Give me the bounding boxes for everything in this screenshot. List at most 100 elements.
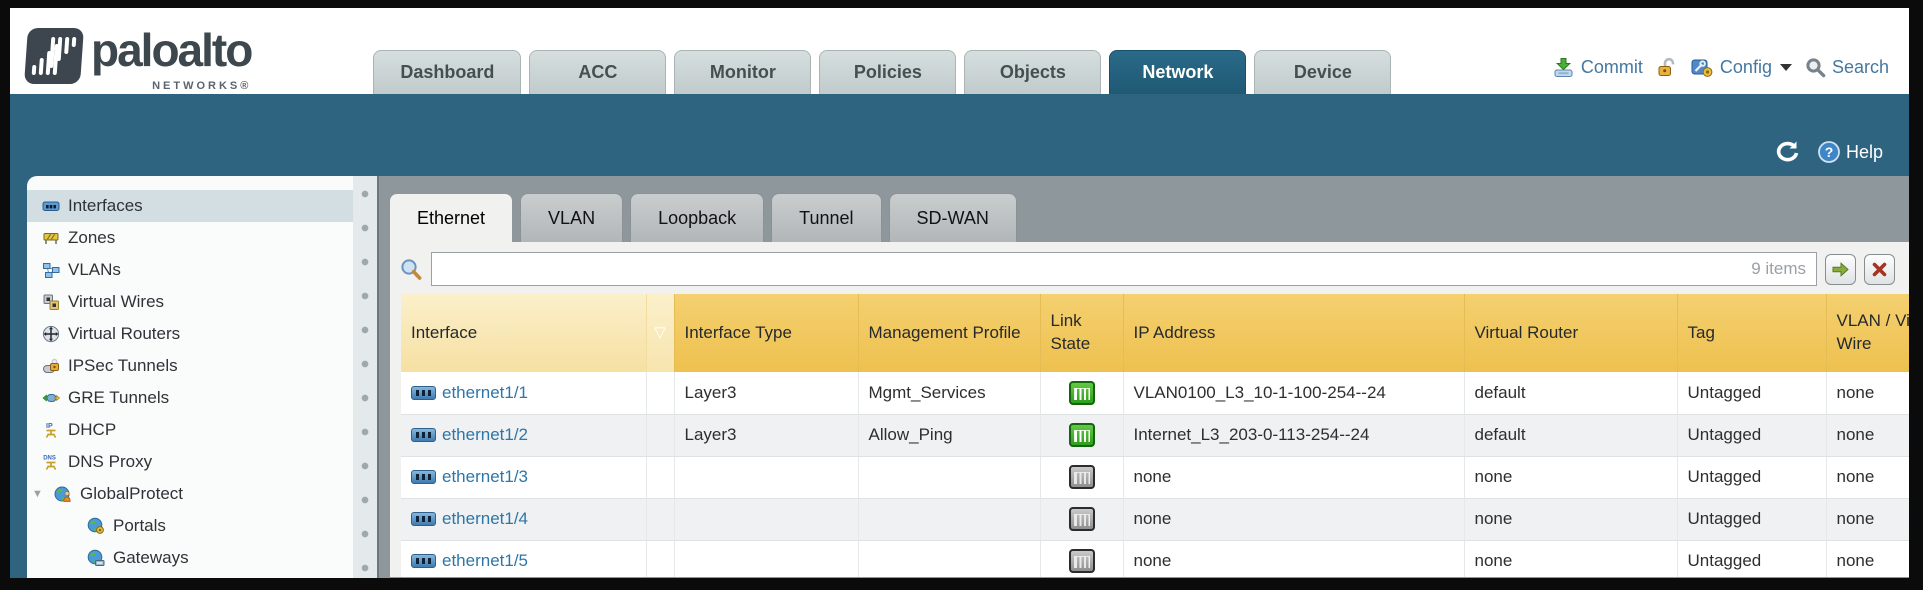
table-header-row: Interface ▽ Interface Type Management Pr…: [401, 294, 1909, 372]
filter-input[interactable]: [432, 254, 1751, 284]
config-icon: [1690, 57, 1714, 78]
cell-ip-address: none: [1123, 456, 1464, 498]
green-arrow-icon: [1831, 261, 1850, 278]
sidebar-item-interfaces[interactable]: Interfaces: [27, 190, 353, 222]
cell-mgmt-profile: [858, 540, 1040, 578]
cell-mgmt-profile: [858, 456, 1040, 498]
search-button[interactable]: Search: [1805, 57, 1889, 78]
tab-acc[interactable]: ACC: [529, 50, 666, 94]
sidebar-item-label: GlobalProtect: [80, 484, 183, 504]
red-x-icon: [1871, 261, 1888, 278]
sidebar-item-gre-tunnels[interactable]: GRE Tunnels: [27, 382, 353, 414]
link-state-icon[interactable]: [1069, 423, 1095, 447]
cell-tag: Untagged: [1677, 414, 1826, 456]
gateways-icon: [87, 549, 105, 567]
sidebar-item-portals[interactable]: Portals: [27, 510, 353, 542]
panos-app: paloalto NETWORKS® Dashboard ACC Monitor…: [10, 8, 1909, 578]
apply-filter-button[interactable]: [1825, 254, 1856, 285]
cell-tag: Untagged: [1677, 372, 1826, 414]
dns-proxy-icon: DNS: [42, 453, 60, 471]
link-state-icon[interactable]: [1069, 465, 1095, 489]
col-header-tag[interactable]: Tag: [1677, 294, 1826, 372]
cell-ip-address: none: [1123, 540, 1464, 578]
refresh-button[interactable]: [1773, 140, 1801, 164]
sidebar-item-dns-proxy[interactable]: DNS DNS Proxy: [27, 446, 353, 478]
subtab-sdwan[interactable]: SD-WAN: [889, 193, 1017, 242]
cell-virtual-router: default: [1464, 414, 1677, 456]
cell-mgmt-profile: Allow_Ping: [858, 414, 1040, 456]
sidebar-item-virtual-wires[interactable]: Virtual Wires: [27, 286, 353, 318]
sidebar-item-label: DNS Proxy: [68, 452, 152, 472]
filter-bar: 9 items: [400, 252, 1909, 286]
virtual-routers-icon: [42, 325, 60, 343]
cell-interface-type: [674, 456, 858, 498]
cell-ip-address: Internet_L3_203-0-113-254--24: [1123, 414, 1464, 456]
subtab-tunnel[interactable]: Tunnel: [771, 193, 881, 242]
col-header-vlan-virtual-wire[interactable]: VLAN / Virtual Wire: [1826, 294, 1909, 372]
subtab-vlan[interactable]: VLAN: [520, 193, 623, 242]
sidebar-item-label: Virtual Routers: [68, 324, 180, 344]
table-row: ethernet1/4 none none Untagged none: [401, 498, 1909, 540]
tab-dashboard[interactable]: Dashboard: [373, 50, 521, 94]
cell-interface-type: [674, 540, 858, 578]
interface-link[interactable]: ethernet1/2: [442, 425, 528, 444]
link-state-icon[interactable]: [1069, 507, 1095, 531]
clear-filter-button[interactable]: [1864, 254, 1895, 285]
help-button[interactable]: ? Help: [1817, 140, 1883, 164]
tab-device[interactable]: Device: [1254, 50, 1391, 94]
ethernet-port-icon: [411, 428, 436, 442]
sidebar-item-ipsec-tunnels[interactable]: IPSec Tunnels: [27, 350, 353, 382]
subtab-ethernet[interactable]: Ethernet: [389, 193, 513, 242]
column-sort-dropdown[interactable]: ▽: [646, 294, 674, 372]
config-label: Config: [1720, 57, 1772, 78]
sidebar-item-label: Gateways: [113, 548, 189, 568]
svg-text:IP: IP: [46, 423, 53, 430]
col-header-interface[interactable]: Interface: [401, 294, 646, 372]
sidebar-item-dhcp[interactable]: IP DHCP: [27, 414, 353, 446]
col-header-link-state[interactable]: Link State: [1040, 294, 1123, 372]
cell-virtual-router: none: [1464, 456, 1677, 498]
tab-objects[interactable]: Objects: [964, 50, 1101, 94]
table-row: ethernet1/2 Layer3 Allow_Ping Internet_L…: [401, 414, 1909, 456]
interface-link[interactable]: ethernet1/5: [442, 551, 528, 570]
lock-button[interactable]: [1656, 57, 1677, 78]
table-row: ethernet1/5 none none Untagged none: [401, 540, 1909, 578]
col-header-interface-type[interactable]: Interface Type: [674, 294, 858, 372]
cell-virtual-router: default: [1464, 372, 1677, 414]
top-header-bar: paloalto NETWORKS® Dashboard ACC Monitor…: [10, 8, 1909, 94]
sidebar-item-gateways[interactable]: Gateways: [27, 542, 353, 574]
tab-network[interactable]: Network: [1109, 50, 1246, 94]
table-row: ethernet1/1 Layer3 Mgmt_Services VLAN010…: [401, 372, 1909, 414]
col-header-virtual-router[interactable]: Virtual Router: [1464, 294, 1677, 372]
commit-button[interactable]: Commit: [1552, 57, 1643, 78]
sidebar-splitter[interactable]: [353, 176, 379, 578]
link-state-icon[interactable]: [1069, 381, 1095, 405]
col-header-ip-address[interactable]: IP Address: [1123, 294, 1464, 372]
cell-mgmt-profile: [858, 498, 1040, 540]
cell-vlan: none: [1826, 456, 1909, 498]
header-utilities: Commit Config: [1552, 57, 1889, 78]
sidebar-item-zones[interactable]: Zones: [27, 222, 353, 254]
config-dropdown[interactable]: Config: [1690, 57, 1792, 78]
screenshot-frame: paloalto NETWORKS® Dashboard ACC Monitor…: [0, 0, 1923, 590]
interface-link[interactable]: ethernet1/3: [442, 467, 528, 486]
tab-monitor[interactable]: Monitor: [674, 50, 811, 94]
sidebar-item-globalprotect[interactable]: ▼ GlobalProtect: [27, 478, 353, 510]
expand-arrow-icon[interactable]: ▼: [32, 488, 46, 500]
sidebar-item-label: VLANs: [68, 260, 121, 280]
cell-vlan: none: [1826, 414, 1909, 456]
cell-ip-address: none: [1123, 498, 1464, 540]
sidebar-item-vlans[interactable]: VLANs: [27, 254, 353, 286]
gre-tunnels-icon: [42, 389, 60, 407]
tab-policies[interactable]: Policies: [819, 50, 956, 94]
commit-icon: [1552, 57, 1575, 78]
interface-link[interactable]: ethernet1/1: [442, 383, 528, 402]
cell-vlan: none: [1826, 372, 1909, 414]
subtab-loopback[interactable]: Loopback: [630, 193, 764, 242]
col-header-management-profile[interactable]: Management Profile: [858, 294, 1040, 372]
sidebar-item-virtual-routers[interactable]: Virtual Routers: [27, 318, 353, 350]
ethernet-port-icon: [411, 512, 436, 526]
help-label: Help: [1846, 142, 1883, 163]
link-state-icon[interactable]: [1069, 549, 1095, 573]
interface-link[interactable]: ethernet1/4: [442, 509, 528, 528]
